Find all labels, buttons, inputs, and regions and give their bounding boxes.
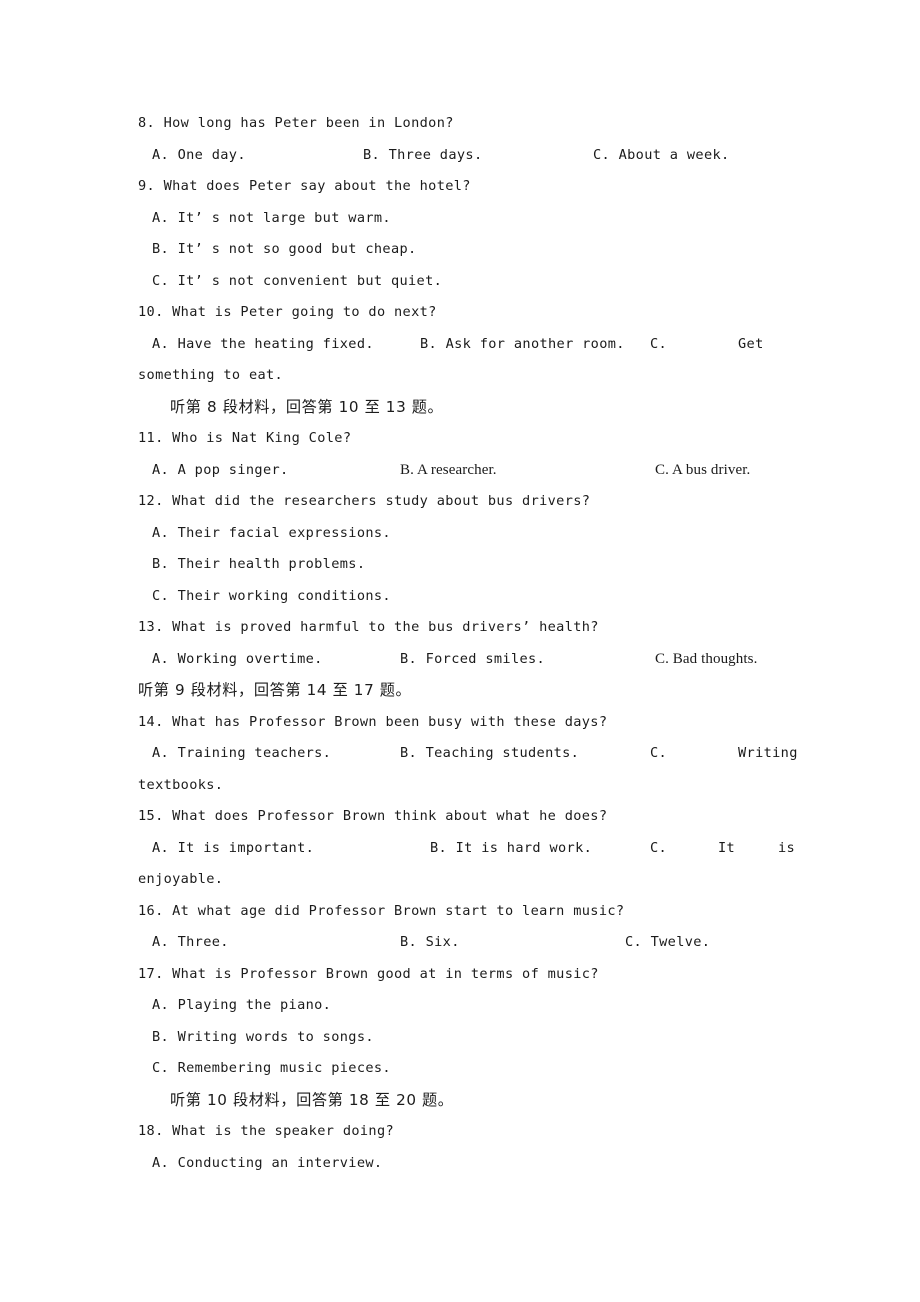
answer-option[interactable]: C. Bad thoughts.	[655, 644, 757, 676]
answer-option-row: A. A pop singer. B. A researcher. C. A bus…	[138, 455, 786, 487]
answer-option[interactable]: B. Six.	[400, 927, 460, 959]
answer-option[interactable]: A. Working overtime.	[152, 644, 323, 676]
answer-option[interactable]: A. One day.	[152, 140, 246, 172]
answer-option[interactable]: B. Their health problems.	[152, 549, 786, 581]
answer-option-text[interactable]: Writing	[738, 738, 798, 770]
answer-option-continuation: something to eat.	[138, 367, 284, 383]
answer-option-text[interactable]: is	[778, 833, 795, 865]
answer-option-text[interactable]: It	[718, 833, 735, 865]
answer-option[interactable]: C. Remembering music pieces.	[152, 1053, 786, 1085]
answer-option-label[interactable]: C.	[650, 329, 667, 361]
answer-option[interactable]: A. Their facial expressions.	[152, 518, 786, 550]
question-stem: 12. What did the researchers study about…	[138, 493, 591, 509]
answer-option-row: A. Have the heating fixed. B. Ask for ano…	[138, 329, 786, 361]
question-stem: 10. What is Peter going to do next?	[138, 304, 437, 320]
answer-option[interactable]: C. Their working conditions.	[152, 581, 786, 613]
answer-option-row: A. Training teachers. B. Teaching student…	[138, 738, 797, 770]
answer-option[interactable]: B. Ask for another room.	[420, 329, 625, 361]
answer-option[interactable]: A. Three.	[152, 927, 229, 959]
answer-option[interactable]: C. Twelve.	[625, 927, 710, 959]
question-stem: 8. How long has Peter been in London?	[138, 115, 454, 131]
answer-option-continuation: textbooks.	[138, 776, 224, 793]
answer-option[interactable]: B. A researcher.	[400, 455, 497, 487]
exam-body: 8. How long has Peter been in London? A. …	[138, 108, 797, 1180]
answer-option[interactable]: A. It is important.	[152, 833, 314, 865]
question-stem: 14. What has Professor Brown been busy w…	[138, 713, 608, 730]
answer-option-row: A. Three. B. Six. C. Twelve.	[138, 927, 786, 959]
answer-option[interactable]: A. It’ s not large but warm.	[152, 203, 786, 235]
answer-option[interactable]: A. Have the heating fixed.	[152, 329, 374, 361]
answer-option-label[interactable]: C.	[650, 833, 667, 865]
question-stem: 9. What does Peter say about the hotel?	[138, 178, 471, 194]
answer-option[interactable]: B. Teaching students.	[400, 738, 579, 770]
answer-option[interactable]: A. A pop singer.	[152, 455, 289, 487]
question-stem: 15. What does Professor Brown think abou…	[138, 808, 608, 824]
answer-option[interactable]: C. It’ s not convenient but quiet.	[152, 266, 786, 298]
question-stem: 17. What is Professor Brown good at in t…	[138, 965, 599, 982]
listening-instruction: 听第 10 段材料，回答第 18 至 20 题。	[170, 1090, 454, 1109]
answer-option-label[interactable]: C.	[650, 738, 667, 770]
answer-option-continuation: enjoyable.	[138, 871, 224, 887]
exam-page: 8. How long has Peter been in London? A. …	[0, 0, 920, 1302]
answer-option-row: A. One day. B. Three days. C. About a week…	[138, 140, 786, 172]
answer-option[interactable]: B. It’ s not so good but cheap.	[152, 234, 786, 266]
answer-option[interactable]: B. Forced smiles.	[400, 644, 545, 676]
listening-instruction: 听第 9 段材料，回答第 14 至 17 题。	[138, 681, 412, 699]
question-stem: 18. What is the speaker doing?	[138, 1123, 395, 1139]
question-stem: 11. Who is Nat King Cole?	[138, 430, 352, 446]
question-stem: 16. At what age did Professor Brown star…	[138, 902, 625, 919]
answer-option[interactable]: C. A bus driver.	[655, 455, 750, 487]
answer-option-row: A. It is important. B. It is hard work. C.…	[138, 833, 795, 865]
answer-option[interactable]: A. Training teachers.	[152, 738, 331, 770]
answer-option[interactable]: B. It is hard work.	[430, 833, 592, 865]
answer-option[interactable]: B. Writing words to songs.	[152, 1022, 786, 1054]
answer-option-text[interactable]: Get	[738, 329, 764, 361]
answer-option[interactable]: C. About a week.	[593, 140, 730, 172]
answer-option[interactable]: A. Playing the piano.	[152, 990, 786, 1022]
listening-instruction: 听第 8 段材料，回答第 10 至 13 题。	[170, 397, 444, 416]
answer-option-row: A. Working overtime. B. Forced smiles. C. …	[138, 644, 786, 676]
answer-option[interactable]: A. Conducting an interview.	[152, 1148, 786, 1180]
question-stem: 13. What is proved harmful to the bus dr…	[138, 619, 599, 635]
answer-option[interactable]: B. Three days.	[363, 140, 482, 172]
